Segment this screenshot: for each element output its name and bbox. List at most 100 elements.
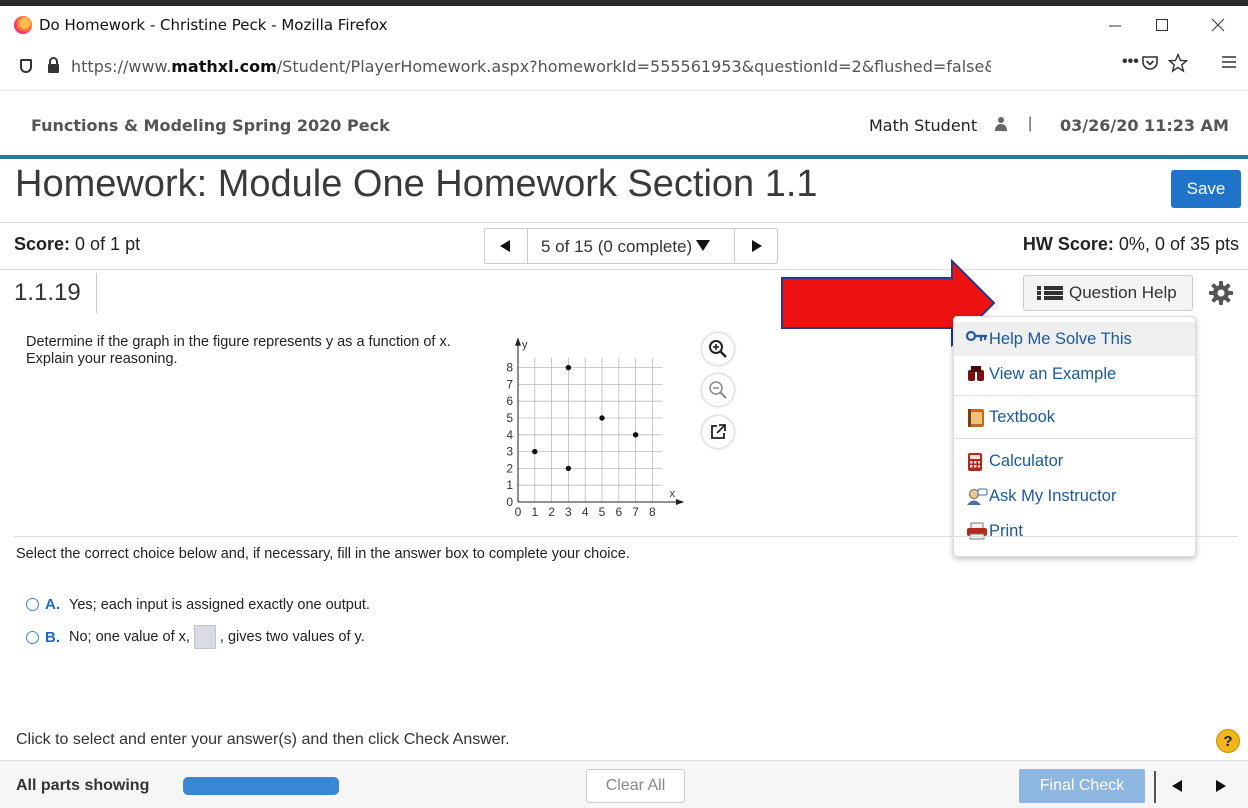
parts-status: All parts showing <box>16 777 150 794</box>
y-tick-label: 6 <box>506 394 513 408</box>
question-graph: 0 1 2 3 4 5 6 7 8012345678 x y <box>506 337 685 519</box>
zoom-out-icon <box>709 381 727 399</box>
help-icon[interactable]: ? <box>1216 729 1240 753</box>
final-check-button[interactable]: Final Check <box>1019 769 1145 803</box>
browser-toolbar: https://www.mathxl.com/Student/PlayerHom… <box>0 44 1248 91</box>
page-title: Homework: Module One Homework Section 1.… <box>15 163 818 205</box>
question-selector[interactable]: 5 of 15 (0 complete) <box>541 237 711 257</box>
menu-item-textbook[interactable]: Textbook <box>954 400 1195 434</box>
y-tick-label: 7 <box>506 377 513 391</box>
close-window-button[interactable] <box>1196 6 1240 44</box>
y-tick-label: 1 <box>506 478 513 492</box>
settings-gear-button[interactable] <box>1208 280 1234 306</box>
dropdown-arrow-icon <box>696 240 711 251</box>
score-value: 0 of 1 pt <box>75 234 141 254</box>
homework-score: HW Score: 0%, 0 of 35 pts <box>1023 234 1239 255</box>
answer-input-box[interactable] <box>193 625 216 649</box>
y-tick-label: 2 <box>506 461 513 475</box>
choice-b-text-before: No; one value of x, <box>69 629 190 645</box>
x-tick-label: 7 <box>632 505 639 519</box>
page-actions-button[interactable]: ••• <box>1122 53 1139 71</box>
student-name[interactable]: Math Student <box>869 116 977 135</box>
maximize-button[interactable] <box>1140 6 1184 44</box>
close-icon <box>1211 18 1225 32</box>
menu-item-view-example[interactable]: View an Example <box>954 357 1195 391</box>
list-icon <box>1037 285 1063 301</box>
y-tick-label: 3 <box>506 445 513 459</box>
hamburger-icon <box>1222 56 1236 68</box>
question-divider <box>14 536 1238 537</box>
app-menu-button[interactable] <box>1221 54 1237 75</box>
question-help-button[interactable]: Question Help <box>1023 275 1193 311</box>
y-tick-label: 5 <box>506 411 513 425</box>
calculator-icon <box>966 452 988 471</box>
lock-icon[interactable] <box>48 57 59 73</box>
popout-button[interactable] <box>702 416 734 448</box>
menu-item-print[interactable]: Print <box>954 514 1195 548</box>
minimize-button[interactable] <box>1093 6 1137 44</box>
zoom-out-button[interactable] <box>702 374 734 406</box>
header-datetime: 03/26/20 11:23 AM <box>1060 116 1229 135</box>
maximize-icon <box>1156 19 1168 31</box>
choice-b-radio[interactable] <box>26 630 39 644</box>
choice-a[interactable]: A. Yes; each input is assigned exactly o… <box>26 596 370 613</box>
toolbar-divider <box>1154 771 1156 803</box>
minimize-icon <box>1109 25 1121 27</box>
textbook-icon <box>966 408 988 427</box>
x-tick-label: 5 <box>599 505 606 519</box>
menu-item-label: Ask My Instructor <box>989 486 1117 505</box>
menu-divider <box>954 438 1195 439</box>
menu-item-label: Calculator <box>989 451 1064 470</box>
header-separator: | <box>1028 115 1033 132</box>
choice-b-letter: B. <box>45 628 60 646</box>
next-button[interactable] <box>1216 780 1226 792</box>
data-point <box>599 415 605 421</box>
question-score: Score: 0 of 1 pt <box>14 234 140 255</box>
url-prefix: https://www. <box>71 56 172 76</box>
data-point <box>532 448 538 455</box>
choice-b[interactable]: B. No; one value of x, , gives two value… <box>26 625 365 649</box>
right-arrow-icon <box>752 240 762 252</box>
pocket-button[interactable] <box>1141 54 1159 77</box>
choice-a-letter: A. <box>45 596 60 613</box>
question-selector-label: 5 of 15 (0 complete) <box>541 237 693 256</box>
x-tick-label: 0 <box>515 505 522 519</box>
progress-bar <box>183 777 339 795</box>
clear-all-button[interactable]: Clear All <box>586 769 685 803</box>
previous-button[interactable] <box>1172 780 1182 792</box>
hw-score-value: 0%, 0 of 35 pts <box>1118 234 1239 254</box>
x-tick-label: 1 <box>531 505 538 519</box>
choice-a-radio[interactable] <box>26 598 39 611</box>
zoom-in-button[interactable] <box>702 333 734 365</box>
url-path: /Student/PlayerHomework.aspx?homeworkId=… <box>276 56 991 76</box>
menu-item-label: Help Me Solve This <box>989 329 1132 348</box>
x-axis-arrow <box>675 499 685 505</box>
previous-question-button[interactable] <box>485 229 528 263</box>
url-text[interactable]: https://www.mathxl.com/Student/PlayerHom… <box>71 57 991 76</box>
question-prompt: Determine if the graph in the figure rep… <box>26 334 451 367</box>
menu-item-label: Print <box>989 521 1023 540</box>
left-arrow-icon <box>500 240 510 252</box>
choice-b-text-after: , gives two values of y. <box>219 629 365 645</box>
tracking-shield-icon[interactable] <box>20 59 32 73</box>
question-navigator: 5 of 15 (0 complete) <box>484 228 778 264</box>
save-button[interactable]: Save <box>1171 170 1241 208</box>
bookmark-button[interactable] <box>1167 52 1189 78</box>
menu-item-help-me-solve[interactable]: Help Me Solve This <box>954 322 1195 356</box>
menu-item-calculator[interactable]: Calculator <box>954 444 1195 478</box>
x-tick-label: 2 <box>548 505 555 519</box>
x-tick-label: 4 <box>582 505 589 519</box>
choice-a-text: Yes; each input is assigned exactly one … <box>69 596 370 613</box>
next-question-button[interactable] <box>734 229 777 263</box>
x-tick-label: 8 <box>649 505 656 519</box>
menu-item-ask-instructor[interactable]: Ask My Instructor <box>954 479 1195 513</box>
address-bar[interactable]: https://www.mathxl.com/Student/PlayerHom… <box>8 49 1206 83</box>
score-label: Score: <box>14 234 71 254</box>
window-title: Do Homework - Christine Peck - Mozilla F… <box>39 16 388 34</box>
window-titlebar: Do Homework - Christine Peck - Mozilla F… <box>0 6 1248 44</box>
y-tick-label: 4 <box>506 428 513 442</box>
graph-grid <box>515 337 685 505</box>
answer-hint: Click to select and enter your answer(s)… <box>16 731 510 748</box>
bottom-toolbar: All parts showing Clear All Final Check <box>0 760 1248 808</box>
x-axis-label: x <box>670 488 676 500</box>
